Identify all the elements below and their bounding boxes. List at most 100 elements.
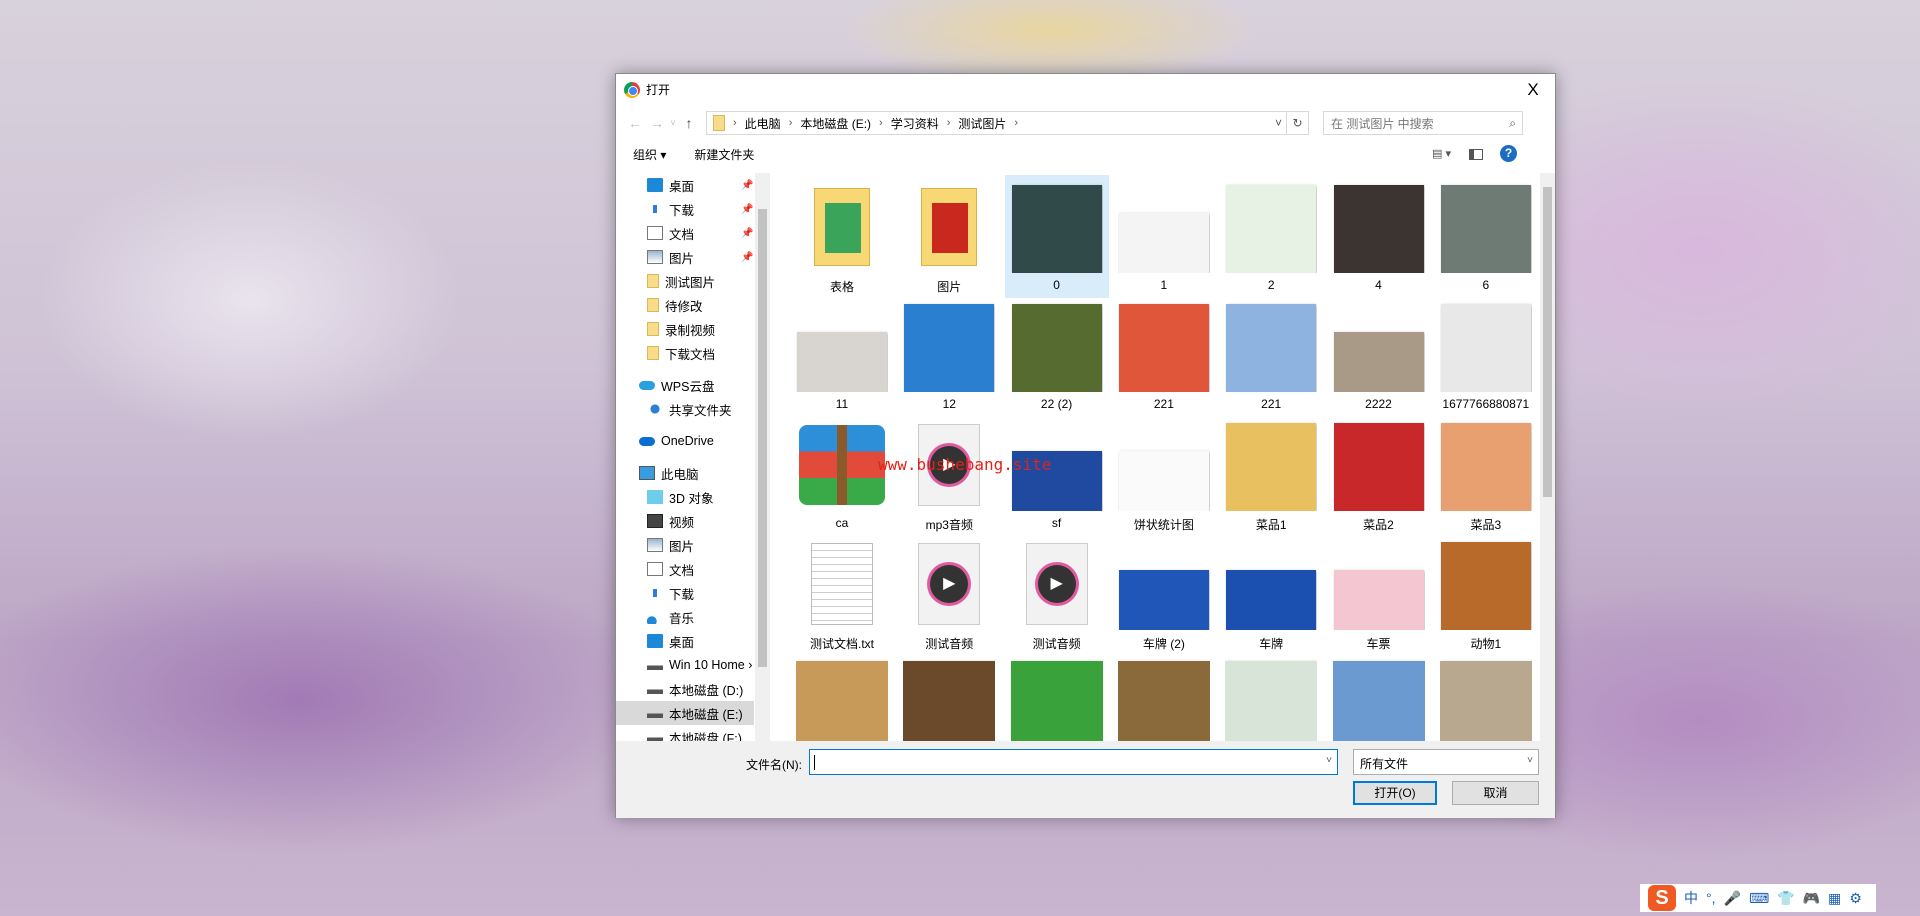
pin-icon[interactable]: 📌 [741, 252, 753, 263]
recent-dropdown[interactable]: ˅ [668, 118, 678, 128]
sidebar-item[interactable]: 此电脑 [616, 461, 770, 485]
sidebar-item[interactable]: 桌面 [616, 629, 770, 653]
up-button[interactable]: ↑ [678, 115, 700, 131]
file-item[interactable]: 4 [1333, 181, 1425, 292]
file-item[interactable] [1332, 657, 1425, 741]
view-options-button[interactable]: ▤ ▾ [1432, 147, 1451, 160]
sidebar-item[interactable]: 音乐 [616, 605, 770, 629]
file-item[interactable]: 车票 [1333, 538, 1425, 652]
file-item[interactable]: ▶ 测试音频 [1011, 538, 1103, 652]
sidebar-item[interactable]: 视频 [616, 509, 770, 533]
file-item[interactable]: 1 [1118, 181, 1210, 292]
crumb-test-images[interactable]: 测试图片 [958, 115, 1006, 132]
sidebar-item[interactable]: WPS云盘 [616, 373, 770, 397]
file-item[interactable]: 12 [903, 300, 995, 411]
ime-tool-icon[interactable]: ⌨ [1749, 890, 1769, 907]
ime-tool-icon[interactable]: 中 [1684, 888, 1698, 908]
forward-button[interactable]: → [646, 115, 668, 131]
sidebar-item[interactable]: 共享文件夹 [616, 397, 770, 421]
file-item[interactable] [1117, 657, 1210, 741]
file-type-select[interactable]: 所有文件 ˅ [1353, 749, 1539, 775]
file-item[interactable]: 测试文档.txt [796, 538, 888, 652]
pin-icon[interactable]: 📌 [741, 180, 753, 191]
sidebar-item[interactable]: Win 10 Home › [616, 653, 770, 677]
file-item[interactable]: 车牌 [1225, 538, 1317, 652]
preview-pane-button[interactable] [1469, 149, 1483, 160]
file-item[interactable] [1225, 657, 1318, 741]
sidebar-item[interactable]: 下载 [616, 581, 770, 605]
filename-input[interactable]: ˅ [809, 749, 1338, 775]
crumb-this-pc[interactable]: 此电脑 [745, 115, 781, 132]
file-item[interactable]: 221 [1118, 300, 1210, 411]
cancel-button[interactable]: 取消 [1452, 781, 1539, 805]
file-item[interactable]: 表格 [796, 181, 888, 295]
file-item[interactable]: ▶ mp3音频 [903, 419, 995, 533]
file-item[interactable]: 11 [796, 300, 888, 411]
file-item[interactable]: 6 [1440, 181, 1532, 292]
organize-button[interactable]: 组织 ▾ [633, 146, 666, 163]
sidebar-item[interactable]: 文档 📌 [616, 221, 770, 245]
file-item[interactable]: 1677766880871 [1440, 300, 1532, 411]
help-button[interactable]: ? [1500, 145, 1517, 162]
chevron-down-icon[interactable]: ˅ [1326, 755, 1332, 766]
search-input[interactable]: 在 测试图片 中搜索 ⌕ [1323, 111, 1523, 135]
close-button[interactable]: X [1511, 74, 1555, 105]
breadcrumb[interactable]: › 此电脑 › 本地磁盘 (E:) › 学习资料 › 测试图片 › ˅ ↻ [706, 111, 1309, 135]
sidebar-item[interactable]: 下载文档 [616, 341, 770, 365]
ime-tool-icon[interactable]: 🎤 [1724, 890, 1741, 907]
crumb-drive-e[interactable]: 本地磁盘 (E:) [800, 115, 871, 132]
sidebar-item[interactable]: 本地磁盘 (F:) [616, 725, 770, 741]
file-scrollbar[interactable] [1540, 173, 1555, 741]
refresh-button[interactable]: ↻ [1286, 112, 1308, 134]
file-item[interactable]: 动物1 [1440, 538, 1532, 652]
ime-tool-icon[interactable]: 👕 [1777, 890, 1794, 907]
file-item[interactable] [1010, 657, 1103, 741]
file-item[interactable]: 车牌 (2) [1118, 538, 1210, 652]
file-item[interactable] [796, 657, 888, 741]
file-item[interactable]: 2222 [1333, 300, 1425, 411]
chevron-right-icon[interactable]: › [879, 117, 883, 129]
sidebar-item[interactable]: 桌面 📌 [616, 173, 770, 197]
sidebar-item[interactable]: 本地磁盘 (E:) [616, 701, 754, 725]
ime-tool-icon[interactable]: ⚙ [1849, 890, 1862, 907]
file-item[interactable]: 图片 [903, 181, 995, 295]
sogou-ime-icon[interactable]: S [1648, 885, 1676, 911]
chevron-right-icon[interactable]: › [789, 117, 793, 129]
file-item[interactable] [903, 657, 996, 741]
sidebar-item[interactable]: 3D 对象 [616, 485, 770, 509]
file-item[interactable]: 菜品3 [1440, 419, 1532, 533]
sidebar-item[interactable]: 图片 📌 [616, 245, 770, 269]
file-item[interactable]: 2 [1225, 181, 1317, 292]
chevron-right-icon[interactable]: › [1014, 117, 1018, 129]
chevron-right-icon[interactable]: › [947, 117, 951, 129]
file-item[interactable]: 0 [1004, 175, 1109, 298]
sidebar-item[interactable]: 本地磁盘 (D:) [616, 677, 770, 701]
pin-icon[interactable]: 📌 [741, 204, 753, 215]
crumb-study[interactable]: 学习资料 [891, 115, 939, 132]
sidebar-item[interactable]: 录制视频 [616, 317, 770, 341]
new-folder-button[interactable]: 新建文件夹 [694, 146, 754, 163]
file-item[interactable]: 饼状统计图 [1118, 419, 1210, 533]
file-item[interactable]: sf [1011, 419, 1103, 530]
chevron-right-icon[interactable]: › [733, 117, 737, 129]
pin-icon[interactable]: 📌 [741, 228, 753, 239]
open-button[interactable]: 打开(O) [1353, 781, 1437, 805]
ime-tool-icon[interactable]: ▦ [1828, 890, 1841, 907]
file-item[interactable]: 22 (2) [1011, 300, 1103, 411]
file-item[interactable] [1439, 657, 1532, 741]
back-button[interactable]: ← [624, 115, 646, 131]
file-item[interactable]: ▶ 测试音频 [903, 538, 995, 652]
sidebar-item[interactable]: 文档 [616, 557, 770, 581]
ime-tool-icon[interactable]: °, [1706, 890, 1716, 906]
sidebar-item[interactable]: 测试图片 [616, 269, 770, 293]
nav-scrollbar[interactable] [755, 173, 770, 741]
sidebar-item[interactable]: 待修改 [616, 293, 770, 317]
file-item[interactable]: 菜品2 [1333, 419, 1425, 533]
file-item[interactable]: 菜品1 [1225, 419, 1317, 533]
file-item[interactable]: 221 [1225, 300, 1317, 411]
sidebar-item[interactable]: OneDrive [616, 429, 770, 453]
sidebar-item[interactable]: 图片 [616, 533, 770, 557]
file-item[interactable]: ca [796, 419, 888, 530]
chevron-down-icon[interactable]: ˅ [1275, 116, 1282, 130]
sidebar-item[interactable]: 下载 📌 [616, 197, 770, 221]
